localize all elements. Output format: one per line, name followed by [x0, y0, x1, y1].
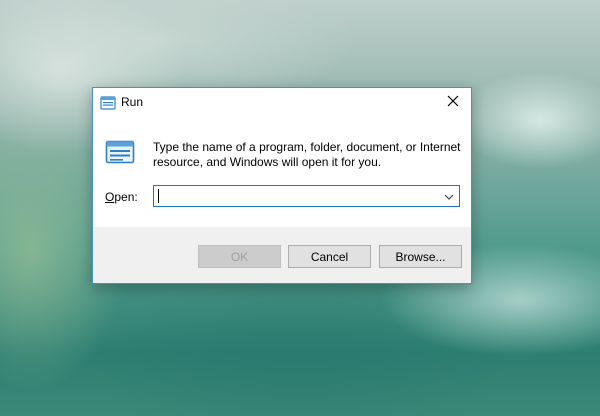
run-dialog: Run Type the name of a program, folder, …	[92, 87, 472, 284]
open-dropdown-button[interactable]	[439, 186, 459, 206]
close-button[interactable]	[435, 88, 471, 118]
open-label-text: pen:	[114, 190, 138, 204]
open-label-accelerator: O	[105, 190, 115, 204]
open-input[interactable]	[154, 186, 442, 206]
description-line: resource, and Windows will open it for y…	[153, 155, 382, 169]
dialog-description: Type the name of a program, folder, docu…	[153, 140, 463, 170]
open-label: Open:	[105, 190, 138, 204]
window-title: Run	[121, 95, 144, 109]
run-icon	[100, 96, 116, 110]
chevron-down-icon	[444, 187, 454, 205]
text-caret	[158, 189, 159, 203]
run-icon	[105, 140, 135, 164]
description-line: Type the name of a program, folder, docu…	[153, 140, 461, 154]
close-icon	[447, 94, 459, 112]
open-combobox[interactable]	[153, 185, 460, 207]
browse-button[interactable]: Browse...	[379, 245, 462, 268]
button-bar: OK Cancel Browse...	[93, 227, 471, 283]
cancel-button[interactable]: Cancel	[288, 245, 371, 268]
ok-button[interactable]: OK	[198, 245, 281, 268]
title-bar[interactable]: Run	[93, 88, 471, 118]
